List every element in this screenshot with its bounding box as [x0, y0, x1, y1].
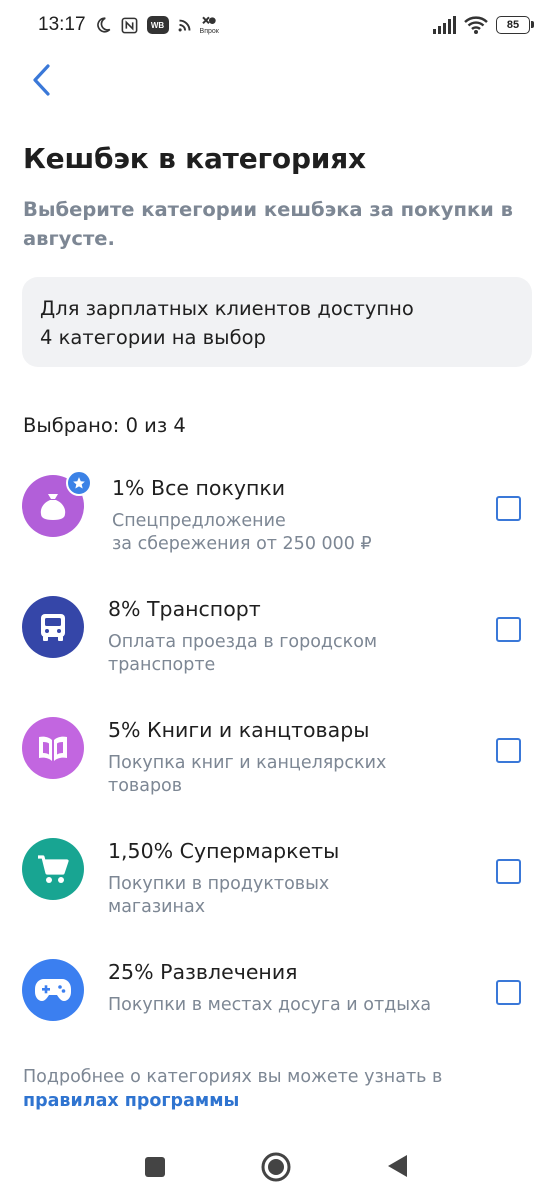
star-icon	[66, 470, 92, 496]
status-bar: 13:17 WB Впрок 85	[0, 0, 554, 50]
info-card-line1: Для зарплатных клиентов доступно	[40, 297, 414, 320]
nfc-icon	[120, 16, 139, 35]
back-button[interactable]	[24, 60, 60, 100]
selected-counter: Выбрано: 0 из 4	[23, 414, 186, 437]
category-description: Покупка книг и канцелярских товаров	[108, 752, 438, 798]
category-icon-wrap	[22, 596, 84, 658]
vprok-app-icon: Впрок	[200, 16, 219, 35]
category-title: 25% Развлечения	[108, 960, 298, 984]
chevron-left-icon	[33, 64, 50, 96]
page-title: Кешбэк в категориях	[23, 142, 366, 175]
category-checkbox-supermarkets[interactable]	[496, 859, 521, 884]
square-icon	[145, 1157, 165, 1177]
program-rules-link[interactable]: правилах программы	[23, 1091, 239, 1111]
back-nav-button[interactable]	[385, 1153, 409, 1179]
category-checkbox-all-purchases[interactable]	[496, 496, 521, 521]
category-description: Покупки в местах досуга и отдыха	[108, 994, 438, 1017]
category-description: Оплата проезда в городском транспорте	[108, 631, 438, 677]
shopping-cart-icon	[22, 838, 84, 900]
category-title: 1% Все покупки	[112, 476, 286, 500]
category-desc-line1: Спецпредложение	[112, 511, 286, 531]
footer-note-text: Подробнее о категориях вы можете узнать …	[23, 1067, 443, 1087]
category-desc-line2: товаров	[108, 776, 183, 796]
category-item-entertainment[interactable]: 25% Развлечения Покупки в местах досуга …	[0, 946, 554, 1067]
category-item-transport[interactable]: 8% Транспорт Оплата проезда в городском …	[0, 583, 554, 704]
signal-icon	[432, 16, 456, 34]
category-desc-line1: Оплата проезда в городском	[108, 632, 378, 652]
category-desc-line2: транспорте	[108, 655, 216, 675]
category-desc-line2: за сбережения от 250 000 ₽	[112, 534, 372, 554]
triangle-back-icon	[388, 1155, 407, 1177]
category-checkbox-entertainment[interactable]	[496, 980, 521, 1005]
category-desc-line2: магазинах	[108, 897, 206, 917]
category-item-all-purchases[interactable]: 1% Все покупки Спецпредложение за сбереж…	[0, 462, 554, 583]
category-description: Покупки в продуктовых магазинах	[108, 873, 438, 919]
status-right: 85	[432, 16, 534, 34]
category-icon-wrap	[22, 959, 84, 1021]
category-checkbox-transport[interactable]	[496, 617, 521, 642]
category-checkbox-books[interactable]	[496, 738, 521, 763]
category-item-supermarkets[interactable]: 1,50% Супермаркеты Покупки в продуктовых…	[0, 825, 554, 946]
home-button[interactable]	[261, 1152, 291, 1182]
category-icon-wrap	[22, 838, 84, 900]
moon-icon	[94, 16, 112, 34]
info-card-line2: 4 категории на выбор	[40, 326, 266, 349]
wb-app-icon: WB	[146, 16, 169, 34]
status-time: 13:17	[38, 14, 86, 35]
wifi-icon	[464, 16, 488, 34]
category-description: Спецпредложение за сбережения от 250 000…	[112, 510, 442, 556]
vprok-label: Впрок	[199, 27, 219, 35]
category-desc-line1: Покупки в местах досуга и отдыха	[108, 995, 432, 1015]
book-icon	[22, 717, 84, 779]
category-item-books[interactable]: 5% Книги и канцтовары Покупка книг и кан…	[0, 704, 554, 825]
category-desc-line1: Покупка книг и канцелярских	[108, 753, 387, 773]
category-icon-wrap	[22, 717, 84, 779]
category-list: 1% Все покупки Спецпредложение за сбереж…	[0, 462, 554, 1067]
system-nav-bar	[0, 1140, 554, 1200]
info-card: Для зарплатных клиентов доступно 4 катег…	[22, 277, 532, 367]
rss-icon	[177, 18, 192, 33]
category-title: 8% Транспорт	[108, 597, 261, 621]
recent-apps-button[interactable]	[144, 1156, 166, 1178]
category-icon-wrap	[22, 470, 92, 537]
battery-indicator: 85	[496, 16, 534, 34]
category-desc-line1: Покупки в продуктовых	[108, 874, 330, 894]
footer-note: Подробнее о категориях вы можете узнать …	[23, 1065, 533, 1113]
bus-icon	[22, 596, 84, 658]
home-circle-icon	[261, 1152, 291, 1182]
status-left: 13:17 WB Впрок	[38, 14, 219, 36]
gamepad-icon	[22, 959, 84, 1021]
page-subtitle: Выберите категории кешбэка за покупки в …	[23, 198, 513, 250]
category-title: 1,50% Супермаркеты	[108, 839, 340, 863]
category-title: 5% Книги и канцтовары	[108, 718, 370, 742]
